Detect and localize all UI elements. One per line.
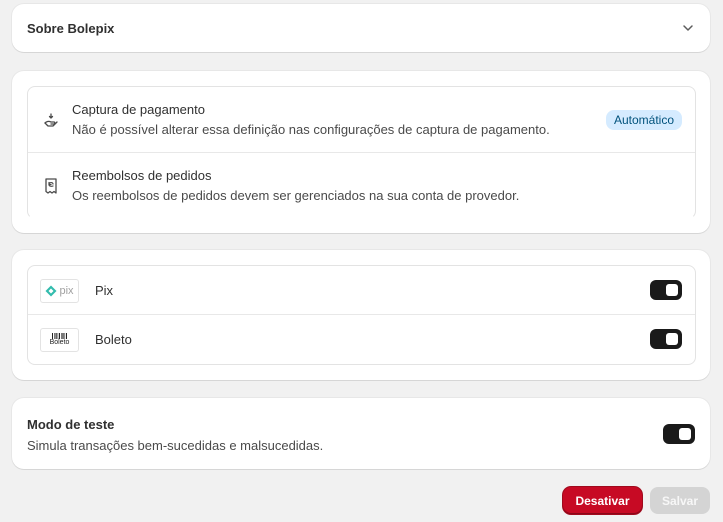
boleto-logo: Boleto (40, 328, 79, 352)
chevron-down-icon[interactable] (680, 20, 696, 36)
setting-description: Não é possível alterar essa definição na… (72, 122, 550, 137)
deactivate-button[interactable]: Desativar (563, 487, 642, 514)
pix-logo-text: pix (59, 285, 74, 297)
test-mode-title: Modo de teste (27, 417, 115, 432)
pix-toggle[interactable] (650, 280, 682, 300)
payment-method-pix: pix Pix (28, 266, 695, 314)
setting-title: Captura de pagamento (72, 102, 205, 117)
setting-order-refunds: Reembolsos de pedidos Os reembolsos de p… (28, 152, 695, 218)
about-card[interactable]: Sobre Bolepix (12, 4, 710, 52)
test-mode-toggle[interactable] (663, 424, 695, 444)
boleto-toggle[interactable] (650, 329, 682, 349)
payment-method-label: Pix (95, 283, 114, 298)
boleto-logo-text: Boleto (49, 339, 70, 346)
payment-methods-card: pix Pix Boleto Boleto (12, 250, 710, 380)
receipt-refund-icon (45, 178, 57, 194)
setting-title: Reembolsos de pedidos (72, 168, 212, 183)
settings-list: Captura de pagamento Não é possível alte… (27, 86, 696, 219)
save-button[interactable]: Salvar (650, 487, 710, 514)
setting-description: Os reembolsos de pedidos devem ser geren… (72, 188, 520, 203)
pix-logo: pix (40, 279, 79, 303)
payment-method-boleto: Boleto Boleto (28, 314, 695, 363)
setting-payment-capture: Captura de pagamento Não é possível alte… (28, 87, 695, 152)
status-badge: Automático (605, 110, 682, 130)
pix-diamond-icon (45, 285, 57, 297)
test-mode-description: Simula transações bem-sucedidas e malsuc… (27, 438, 324, 453)
hand-payment-icon (44, 113, 58, 127)
about-title: Sobre Bolepix (27, 21, 115, 36)
test-mode-card: Modo de teste Simula transações bem-suce… (12, 398, 710, 469)
payment-methods-list: pix Pix Boleto Boleto (27, 265, 696, 365)
payment-settings-card: Captura de pagamento Não é possível alte… (12, 71, 710, 233)
payment-method-label: Boleto (95, 332, 132, 347)
